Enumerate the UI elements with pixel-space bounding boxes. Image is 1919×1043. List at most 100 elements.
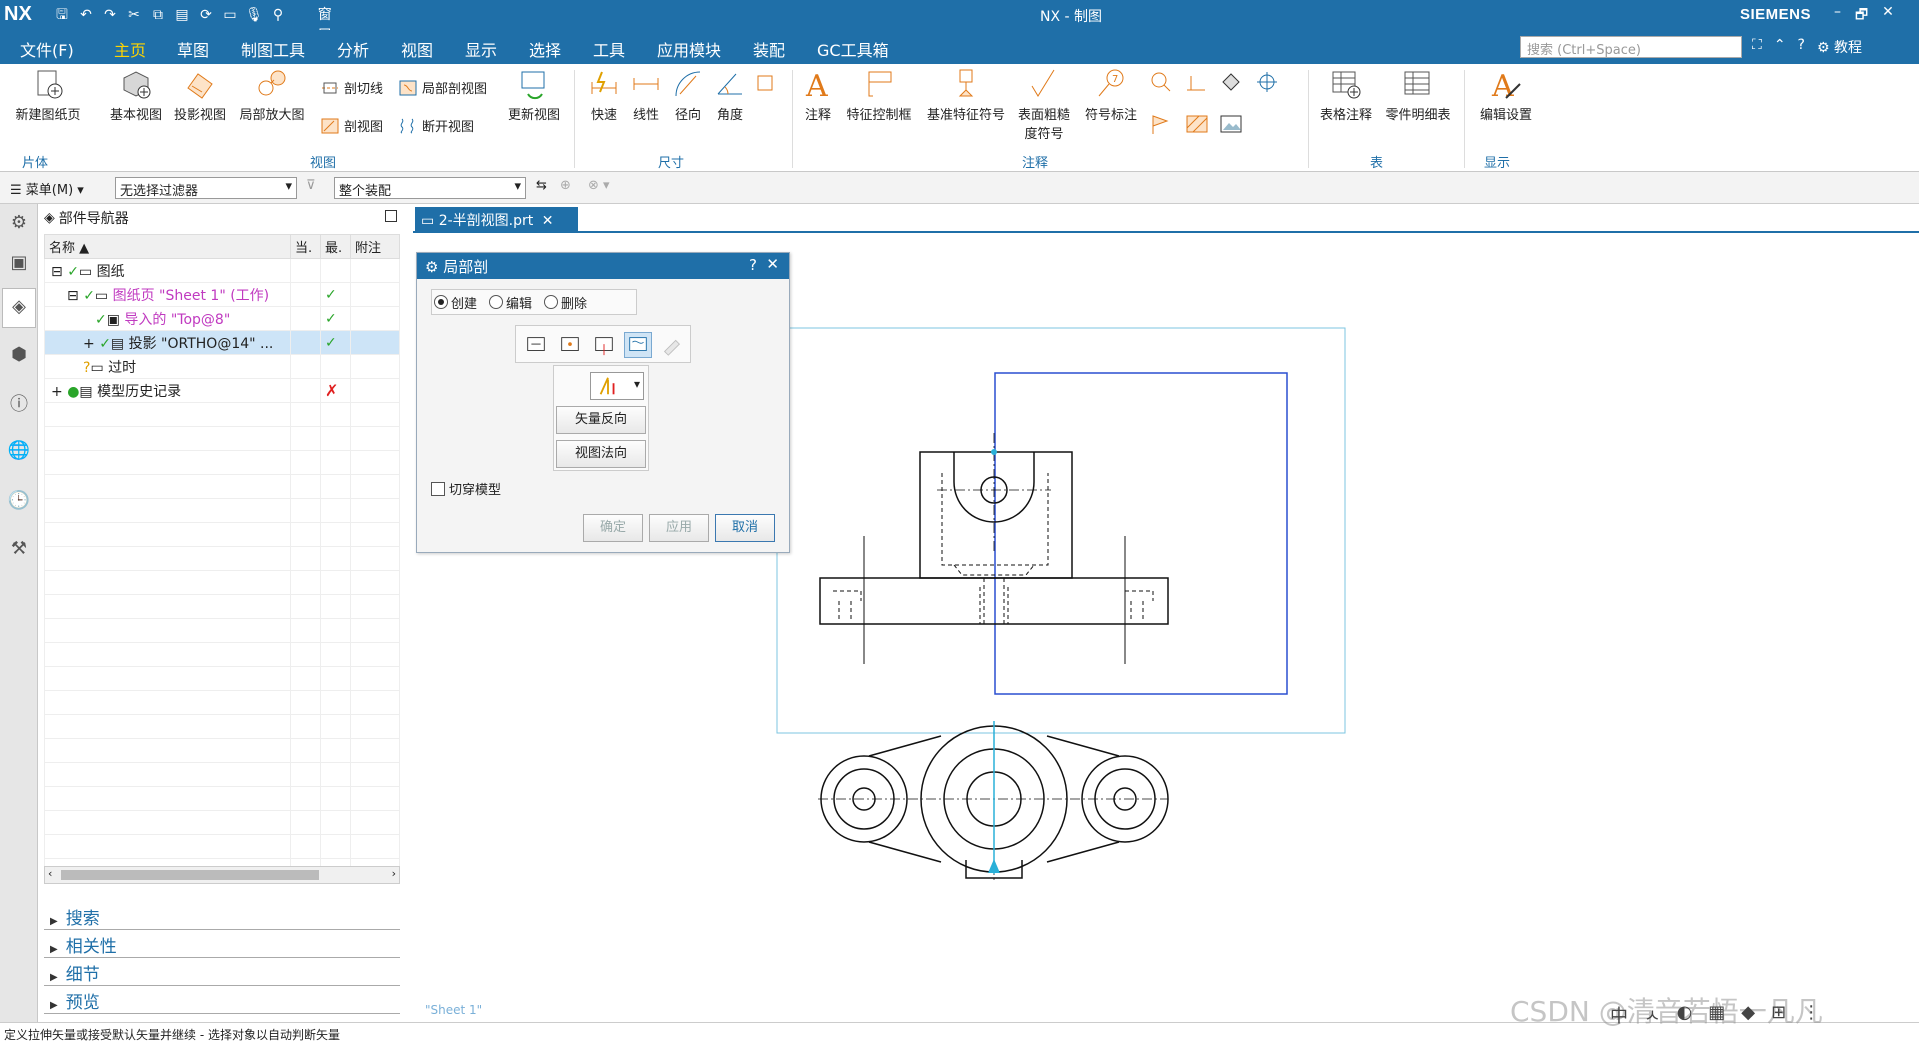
restore-button[interactable]: 🗗 [1855,4,1868,28]
microphone-icon[interactable]: 🎙 [244,5,264,25]
roles-icon[interactable]: ⚒ [7,538,31,562]
break-out-section-button[interactable]: 局部剖视图 [398,78,487,97]
tab-assembly[interactable]: 装配 [753,37,785,61]
ok-button[interactable]: 确定 [583,514,643,542]
reverse-vector-button[interactable]: 矢量反向 [556,406,646,434]
column-current[interactable]: 当. [290,234,321,259]
tab-file[interactable]: 文件(F) [20,37,74,61]
column-notes[interactable]: 附注 [350,234,400,259]
fill-area-button[interactable] [1218,70,1244,98]
parts-list-button[interactable]: 零件明细表 [1380,68,1456,123]
help-icon[interactable]: ? [1798,37,1805,57]
break-out-boundary[interactable] [994,372,1288,695]
view-boundary[interactable] [776,327,1346,734]
ordinate-dimension-button[interactable] [752,72,778,98]
modify-boundary-step-icon[interactable] [658,332,686,358]
close-dialog-button[interactable]: ✕ [766,255,779,273]
apply-button[interactable]: 应用 [649,514,709,542]
tab-display[interactable]: 显示 [465,37,497,61]
column-name[interactable]: 名称 ▲ [44,234,291,259]
settings-icon[interactable]: ⚙ [7,212,31,236]
zoom-annotation-button[interactable] [1148,70,1174,98]
undo-icon[interactable]: ↶ [76,5,96,25]
tab-drafting-tools[interactable]: 制图工具 [241,37,305,61]
top-view[interactable] [818,721,1169,881]
minimize-button[interactable]: – [1834,4,1841,28]
scroll-left-icon[interactable]: ‹ [48,867,52,880]
fullscreen-icon[interactable]: ⛶ [1752,37,1762,57]
tree-row[interactable]: ⊟ ✓▭ 图纸 [44,258,400,283]
extrude-vector-step-icon[interactable] [590,332,618,358]
section-dependencies[interactable]: ▶ 相关性 [44,932,400,958]
tree-row[interactable]: ⊟ ✓▭ 图纸页 "Sheet 1" (工作) ✓ [44,282,400,307]
filter-reset-icon[interactable]: ⊽ [306,178,316,193]
type-filter-select[interactable]: 无选择过滤器 [115,177,297,199]
snap-point-icon[interactable]: ⇆ [536,178,547,193]
broken-view-button[interactable]: 断开视图 [398,116,474,135]
select-curve-step-icon[interactable] [624,332,652,358]
radial-dimension-button[interactable]: 径向 [668,68,708,123]
update-view-button[interactable]: 更新视图 [502,68,566,123]
column-latest[interactable]: 最. [320,234,351,259]
tab-home[interactable]: 主页 [107,37,153,69]
note-button[interactable]: A 注释 [796,68,840,123]
section-view-button[interactable]: 剖视图 [320,116,383,135]
vector-origin-point[interactable] [991,449,997,455]
ime-more-button[interactable]: ⋮ [1802,1002,1820,1028]
detail-view-button[interactable]: 局部放大图 [234,68,310,123]
radio-delete[interactable]: 删除 [544,293,587,312]
tab-analysis[interactable]: 分析 [337,37,369,61]
angular-dimension-button[interactable]: 角度 [710,68,750,123]
maximize-panel-icon[interactable] [385,210,397,222]
view-normal-button[interactable]: 视图法向 [556,440,646,468]
save-icon[interactable]: 🖫 [52,5,72,25]
vector-arrow-icon[interactable] [988,859,1000,873]
collapse-ribbon-icon[interactable]: ⌃ [1774,37,1786,57]
ime-voice-button[interactable]: ◐ [1677,1002,1693,1028]
section-line-button[interactable]: 剖切线 [320,78,383,97]
reuse-library-icon[interactable]: ⬢ [7,344,31,368]
tab-view[interactable]: 视图 [401,37,433,61]
projected-view-button[interactable]: 投影视图 [168,68,232,123]
new-sheet-button[interactable]: 新建图纸页 [8,68,88,123]
menu-button[interactable]: ☰ 菜单(M) ▾ [10,179,84,198]
select-feature-icon[interactable]: ⊕ [560,178,571,193]
ime-chinese-button[interactable]: 中 [1610,1002,1628,1028]
image-button[interactable] [1218,112,1244,140]
touch-mode-icon[interactable]: ▭ [220,5,240,25]
window-menu[interactable]: 窗口▾ [292,5,364,43]
base-view-button[interactable]: 基本视图 [104,68,168,123]
help-button[interactable]: ? [749,256,757,274]
scroll-right-icon[interactable]: › [392,867,396,880]
command-search-input[interactable]: 搜索 (Ctrl+Space) [1520,36,1742,58]
vector-type-select[interactable] [590,372,644,400]
section-details[interactable]: ▶ 细节 [44,960,400,986]
section-search[interactable]: ▶ 搜索 [44,904,400,930]
web-browser-icon[interactable]: 🌐 [7,440,31,464]
radio-edit[interactable]: 编辑 [489,293,532,312]
select-body-icon[interactable]: ⊗ ▾ [588,178,610,193]
command-finder-icon[interactable]: ⚲ [268,5,288,25]
assembly-navigator-icon[interactable]: ▣ [7,252,31,276]
history-icon[interactable]: 🕒 [7,490,31,514]
part-navigator-icon[interactable]: ◈ [2,288,36,328]
ime-keyboard-button[interactable]: ▦ [1708,1002,1725,1028]
edit-settings-button[interactable]: A 编辑设置 [1470,68,1542,123]
weld-symbol-button[interactable] [1182,70,1208,98]
radio-create[interactable]: 创建 [434,293,477,312]
tab-tools[interactable]: 工具 [593,37,625,61]
center-mark-button[interactable] [1252,70,1282,98]
ime-skin-button[interactable]: ◆ [1741,1002,1755,1028]
copy-icon[interactable]: ⧉ [148,5,168,25]
base-point-step-icon[interactable] [556,332,584,358]
section-preview[interactable]: ▶ 预览 [44,988,400,1014]
close-tab-icon[interactable]: ✕ [542,213,554,229]
tab-gc-toolkit[interactable]: GC工具箱 [817,37,889,61]
datum-feature-symbol-button[interactable]: 基准特征符号 [920,68,1012,123]
select-view-step-icon[interactable] [522,332,550,358]
feature-control-frame-button[interactable]: 特征控制框 [840,68,918,123]
close-window-button[interactable]: ✕ [1882,4,1894,28]
tree-row[interactable]: ✓▣ 导入的 "Top@8" ✓ [44,306,400,331]
cancel-button[interactable]: 取消 [715,514,775,542]
flag-symbol-button[interactable] [1148,112,1174,140]
